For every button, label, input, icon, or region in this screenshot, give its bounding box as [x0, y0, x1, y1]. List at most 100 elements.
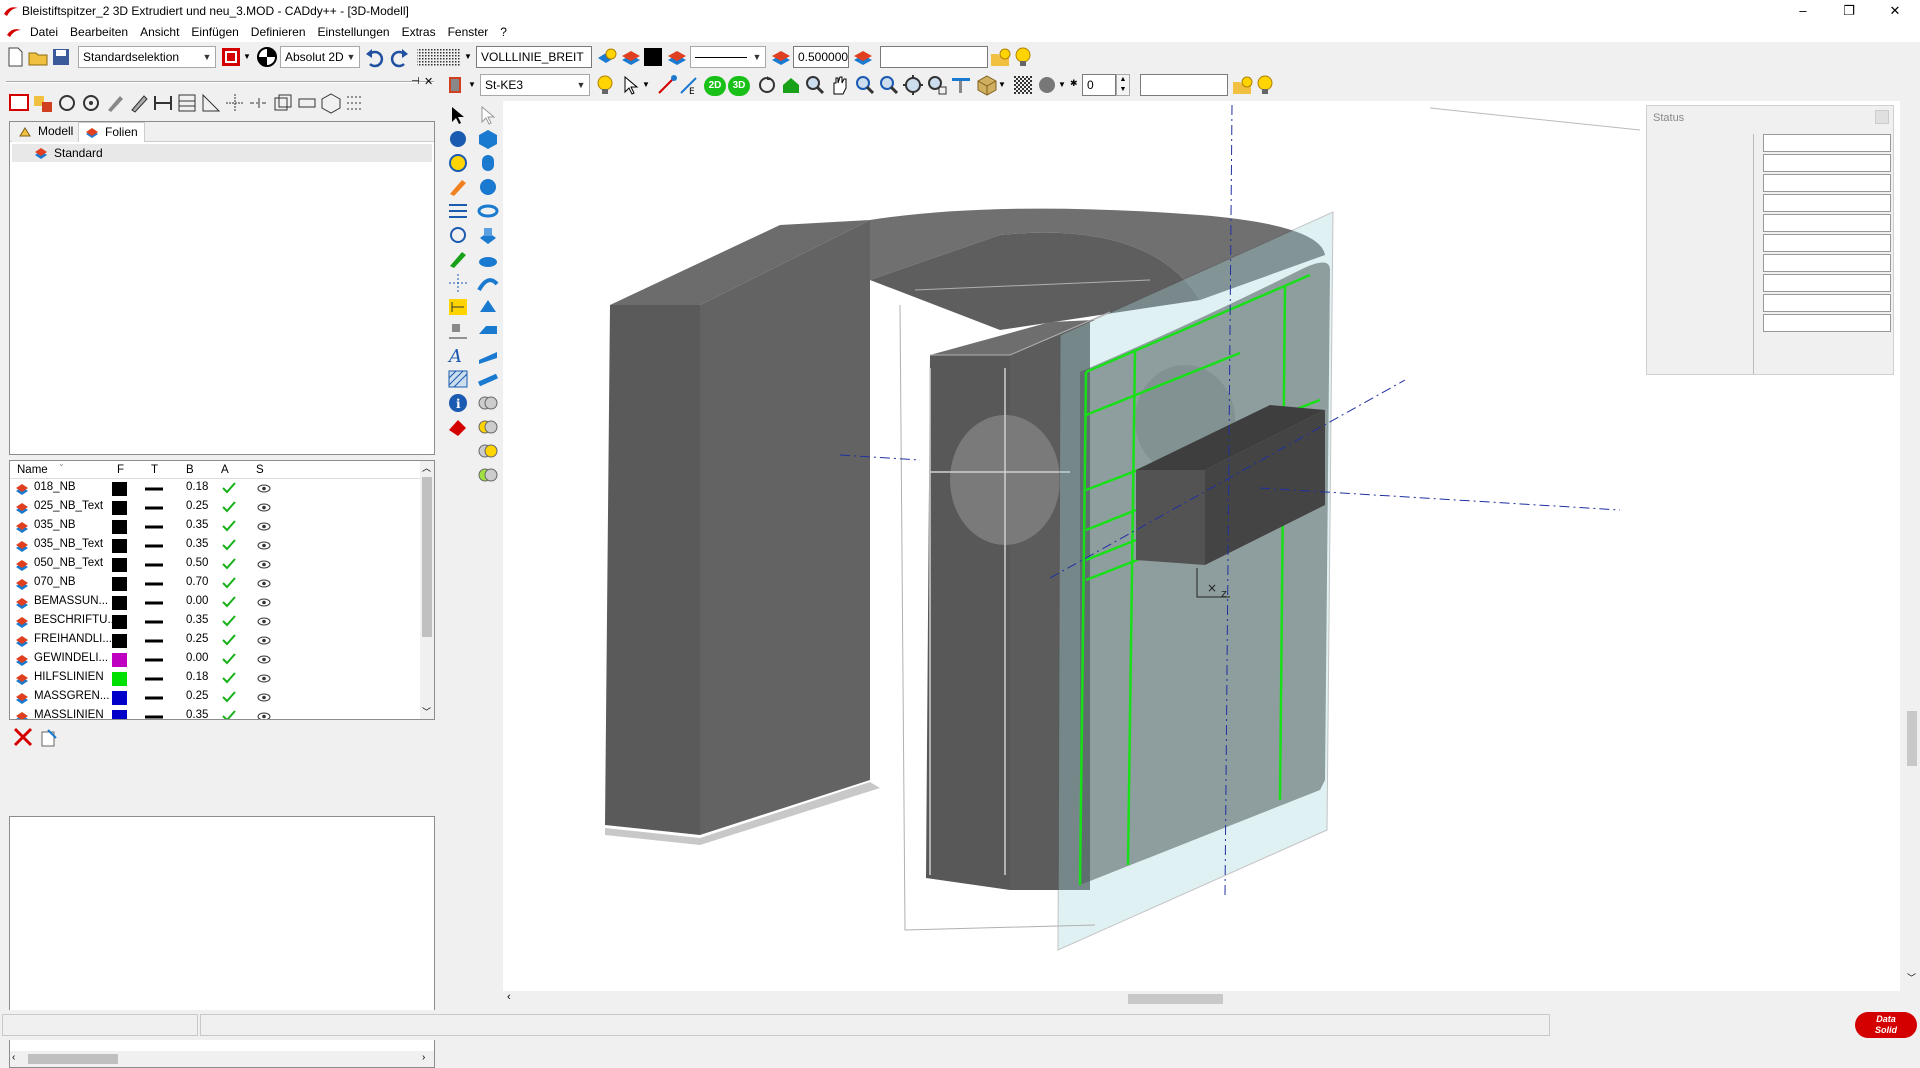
panel-angle-icon[interactable] [200, 92, 222, 114]
checkmark-icon[interactable] [222, 539, 236, 551]
redo-icon[interactable] [388, 46, 410, 68]
search-input[interactable] [1140, 74, 1228, 96]
menu-fenster[interactable]: Fenster [442, 23, 495, 41]
checkmark-icon[interactable] [222, 577, 236, 589]
layer-row[interactable]: 035_NB_Text 0.35 [10, 536, 420, 555]
panel-measure-icon[interactable] [296, 92, 318, 114]
snap-mode-icon[interactable] [256, 46, 278, 68]
select-frame-icon[interactable] [220, 46, 242, 68]
scroll-down-icon[interactable]: ﹀ [422, 705, 431, 718]
sphere-icon[interactable] [446, 128, 470, 150]
zoom-out-icon[interactable] [878, 74, 900, 96]
menu-extras[interactable]: Extras [396, 23, 442, 41]
section-plane-icon[interactable] [950, 74, 972, 96]
trim-icon[interactable] [446, 200, 470, 222]
checkmark-icon[interactable] [222, 615, 236, 627]
eye-icon[interactable] [257, 560, 271, 569]
menu-einfuegen[interactable]: Einfügen [185, 23, 244, 41]
save-icon[interactable] [50, 46, 72, 68]
panel-circle-icon[interactable] [56, 92, 78, 114]
checkmark-icon[interactable] [222, 482, 236, 494]
panel-cube-icon[interactable] [320, 92, 342, 114]
menu-definieren[interactable]: Definieren [245, 23, 312, 41]
eye-icon[interactable] [257, 541, 271, 550]
linetype-sample[interactable] [145, 639, 163, 643]
scroll-thumb[interactable] [422, 477, 432, 637]
eye-icon[interactable] [257, 674, 271, 683]
layers-stack-icon[interactable] [620, 46, 642, 68]
line-width-field[interactable]: 0.500000 [793, 46, 849, 68]
col-type[interactable]: T [151, 464, 158, 476]
layer-color-swatch[interactable] [112, 596, 127, 610]
zoom-in-icon[interactable] [854, 74, 876, 96]
viewport-hscroll[interactable]: ‹ [503, 991, 1900, 1007]
folder-lamp-icon[interactable] [990, 46, 1012, 68]
color-swatch-black[interactable] [644, 48, 662, 66]
edit-layer-icon[interactable] [38, 726, 60, 748]
col-width[interactable]: B [186, 464, 194, 476]
extrude-icon[interactable] [476, 224, 500, 246]
scroll-down-icon[interactable]: ﹀ [1907, 971, 1916, 984]
minimize-button[interactable]: – [1780, 0, 1826, 22]
layer-row[interactable]: MASSLINIEN 0.35 [10, 707, 420, 719]
layers-icon[interactable] [666, 46, 688, 68]
linetype-sample[interactable] [145, 601, 163, 605]
chamfer-icon[interactable] [476, 320, 500, 342]
layer-row[interactable]: HILFSLINIEN 0.18 [10, 669, 420, 688]
grid-pattern-icon[interactable] [416, 46, 462, 68]
box-solid-icon[interactable] [476, 128, 500, 150]
layer-table-scrollbar[interactable]: ︿ ﹀ [420, 461, 434, 719]
layers-icon[interactable] [770, 46, 792, 68]
checkmark-icon[interactable] [222, 501, 236, 513]
panel-dimension-icon[interactable] [152, 92, 174, 114]
menu-datei[interactable]: Datei [24, 23, 64, 41]
layer-color-swatch[interactable] [112, 501, 127, 515]
panel-close-icon[interactable]: ✕ [424, 75, 433, 88]
status-panel-close[interactable] [1875, 110, 1889, 124]
layer-row[interactable]: 070_NB 0.70 [10, 574, 420, 593]
cylinder-icon[interactable] [476, 152, 500, 174]
layer-color-swatch[interactable] [112, 558, 127, 572]
arrow-select-icon[interactable] [446, 104, 470, 126]
panel-box-icon[interactable] [272, 92, 294, 114]
home-view-icon[interactable] [780, 74, 802, 96]
checkmark-icon[interactable] [222, 596, 236, 608]
chevron-down-icon[interactable]: ▼ [243, 52, 251, 61]
hscroll-thumb[interactable] [28, 1054, 118, 1064]
rotate-view-icon[interactable] [756, 74, 778, 96]
lamp-icon[interactable] [1012, 46, 1034, 68]
menu-help[interactable]: ? [494, 23, 513, 41]
view-3d-button[interactable]: 3D [728, 76, 750, 96]
edge-icon[interactable]: E [678, 74, 700, 96]
chevron-down-icon[interactable]: ▼ [1058, 80, 1066, 89]
layer-color-swatch[interactable] [112, 520, 127, 534]
linetype-sample[interactable] [145, 715, 163, 719]
panel-hatch-icon[interactable] [176, 92, 198, 114]
zoom-window-icon[interactable] [804, 74, 826, 96]
panel-pencil-icon[interactable] [104, 92, 126, 114]
chevron-down-icon[interactable]: ▼ [468, 80, 476, 89]
layer-row[interactable]: 050_NB_Text 0.50 [10, 555, 420, 574]
menu-einstellungen[interactable]: Einstellungen [312, 23, 396, 41]
panel-crosshair-icon[interactable] [224, 92, 246, 114]
panel-tool-icon[interactable] [8, 92, 30, 114]
delete-layer-icon[interactable] [12, 726, 34, 748]
pipe-icon[interactable] [476, 368, 500, 390]
boolean-intersect-icon[interactable] [476, 440, 500, 462]
sphere-render-icon[interactable] [1036, 74, 1058, 96]
pin-icon[interactable]: ⊣ [411, 76, 420, 87]
shaded-cube-icon[interactable] [976, 74, 998, 96]
info-icon[interactable]: i [446, 392, 470, 414]
checkmark-icon[interactable] [222, 520, 236, 532]
linetype-sample[interactable] [145, 487, 163, 491]
hscroll-thumb[interactable] [1128, 994, 1223, 1004]
panel-grip[interactable] [6, 81, 434, 83]
text-icon[interactable]: A [446, 344, 470, 366]
chevron-down-icon[interactable]: ▼ [642, 80, 650, 89]
eye-icon[interactable] [257, 636, 271, 645]
extra-input[interactable] [880, 46, 988, 68]
layer-color-swatch[interactable] [112, 672, 127, 686]
close-button[interactable]: ✕ [1872, 0, 1918, 22]
scroll-up-icon[interactable]: ︿ [422, 461, 431, 474]
checkmark-icon[interactable] [222, 672, 236, 684]
